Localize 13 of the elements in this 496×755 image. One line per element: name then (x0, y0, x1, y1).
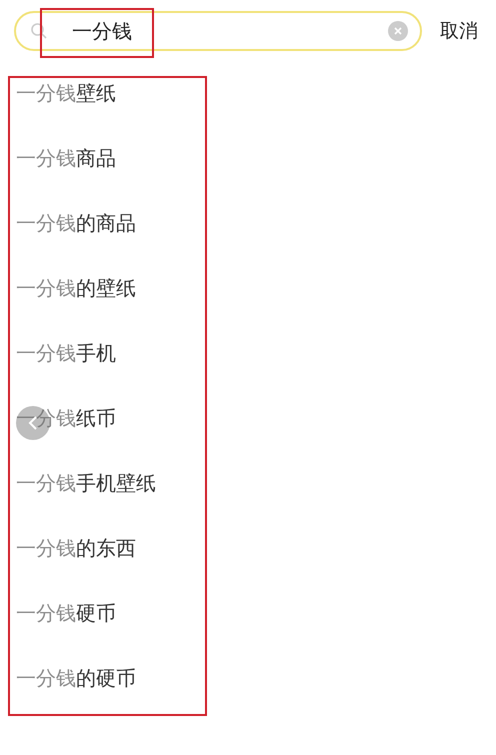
suggestion-item[interactable]: 一分钱硬币 (16, 599, 116, 664)
cancel-button[interactable]: 取消 (440, 18, 478, 44)
suggestion-item[interactable]: 一分钱的硬币 (16, 664, 136, 729)
suggestion-item[interactable]: 一分钱的东西 (16, 534, 136, 599)
search-input[interactable]: 一分钱 (58, 19, 378, 43)
suggestion-item[interactable]: 一分钱的壁纸 (16, 274, 136, 339)
suggestion-item[interactable]: 一分钱手机 (16, 339, 116, 404)
suggestion-item[interactable]: 一分钱的商品 (16, 209, 136, 274)
suggestion-item[interactable]: 一分钱壁纸 (16, 79, 116, 144)
search-icon (30, 22, 48, 40)
suggestion-item[interactable]: 一分钱商品 (16, 144, 116, 209)
search-bar[interactable]: 一分钱 (14, 11, 422, 51)
suggestion-item[interactable]: 一分钱手机壁纸 (16, 469, 156, 534)
